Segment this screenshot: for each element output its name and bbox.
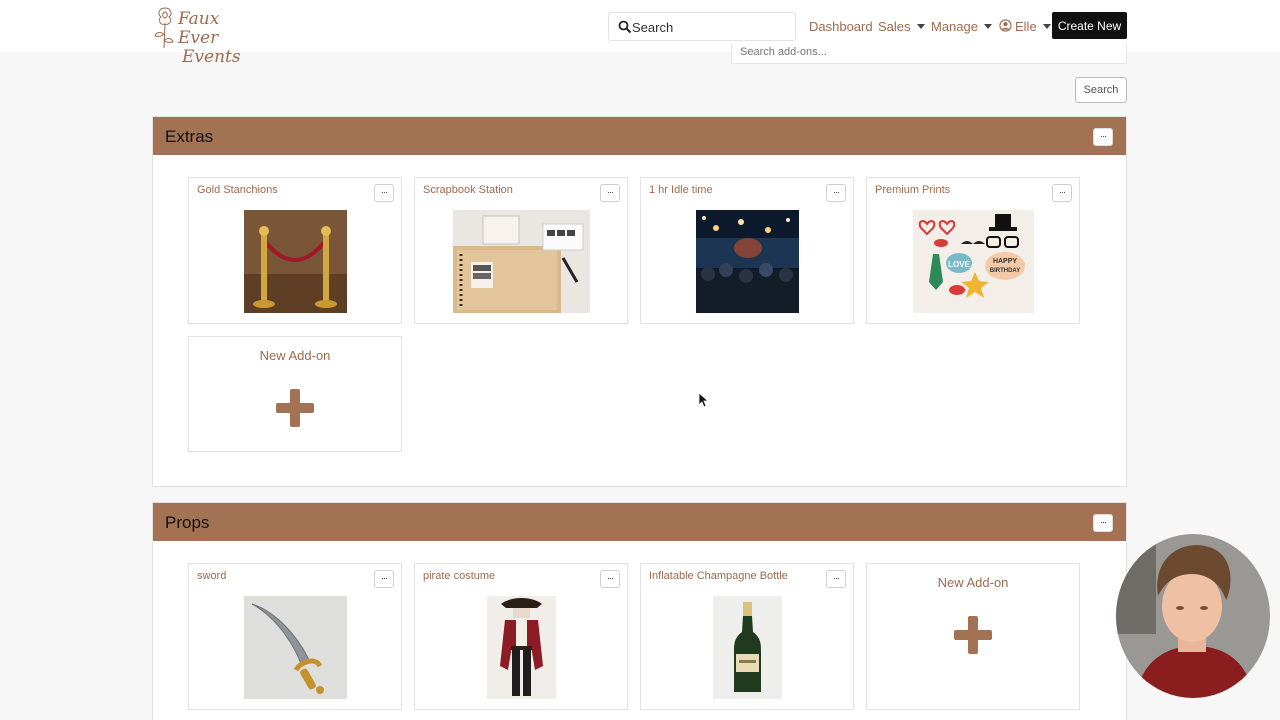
addon-card[interactable]: Gold Stanchions ···	[188, 177, 402, 324]
plus-icon	[276, 389, 314, 427]
addon-card[interactable]: sword ···	[188, 563, 402, 710]
addon-name: Scrapbook Station	[423, 184, 513, 196]
birthday-prop-text: BIRTHDAY	[990, 268, 1020, 274]
section-menu-button[interactable]: ···	[1093, 514, 1113, 532]
mouse-cursor-icon	[698, 392, 708, 408]
photo-booth-props-image: LOVE HAPPY BIRTHDAY	[913, 210, 1034, 313]
nav-user-dropdown[interactable]: Elle	[1015, 19, 1051, 34]
logo-line-1: Faux Ever	[178, 9, 220, 48]
addon-name: 1 hr Idle time	[649, 184, 713, 196]
section-title: Extras	[165, 127, 214, 146]
nav-manage-label: Manage	[931, 19, 978, 34]
new-addon-label: New Add-on	[937, 575, 1009, 590]
section-extras: Extras ··· Gold Stanchions ··· Scrapbook…	[152, 116, 1127, 487]
champagne-bottle-image	[713, 596, 782, 699]
global-search	[608, 12, 796, 41]
gold-stanchions-image	[244, 210, 347, 313]
rose-icon	[154, 7, 174, 49]
nav-dashboard[interactable]: Dashboard	[809, 19, 873, 34]
nav-manage-dropdown[interactable]: Manage	[931, 19, 992, 34]
love-prop-text: LOVE	[948, 260, 970, 269]
webcam-overlay	[1116, 534, 1270, 698]
happy-prop-text: HAPPY	[993, 258, 1017, 265]
caret-down-icon	[1042, 24, 1051, 29]
addon-card[interactable]: 1 hr Idle time ···	[640, 177, 854, 324]
addon-card[interactable]: Scrapbook Station ···	[414, 177, 628, 324]
addon-name: sword	[197, 570, 227, 582]
addon-menu-button[interactable]: ···	[374, 184, 394, 202]
brand-logo[interactable]: Faux Ever Events	[152, 4, 262, 67]
addon-name: Premium Prints	[875, 184, 951, 196]
addon-card[interactable]: pirate costume ···	[414, 563, 628, 710]
user-circle-icon	[999, 19, 1012, 32]
nav-dashboard-label: Dashboard	[809, 19, 873, 34]
section-header: Props ···	[153, 503, 1126, 541]
global-search-input[interactable]	[632, 17, 792, 37]
new-addon-card[interactable]: New Add-on	[866, 563, 1080, 710]
addon-menu-button[interactable]: ···	[374, 570, 394, 588]
addon-menu-button[interactable]: ···	[826, 570, 846, 588]
new-addon-card[interactable]: New Add-on	[188, 336, 402, 452]
section-header: Extras ···	[153, 117, 1126, 155]
logo-line-2: Events	[182, 47, 241, 67]
addon-search-input[interactable]	[740, 46, 1040, 58]
create-new-button[interactable]: Create New	[1052, 12, 1127, 39]
search-icon	[618, 20, 632, 34]
addon-menu-button[interactable]: ···	[600, 570, 620, 588]
caret-down-icon	[983, 24, 992, 29]
section-title: Props	[165, 513, 210, 532]
new-addon-label: New Add-on	[259, 348, 331, 363]
addon-name: Gold Stanchions	[197, 184, 278, 196]
caret-down-icon	[916, 24, 925, 29]
addon-menu-button[interactable]: ···	[1052, 184, 1072, 202]
nav-sales-dropdown[interactable]: Sales	[878, 19, 925, 34]
pirate-costume-image	[487, 596, 556, 699]
addon-card[interactable]: Inflatable Champagne Bottle ···	[640, 563, 854, 710]
addon-menu-button[interactable]: ···	[600, 184, 620, 202]
plus-icon	[954, 616, 992, 654]
scrapbook-station-image	[453, 210, 590, 313]
addon-search-field	[731, 44, 1127, 64]
addon-search-button[interactable]: Search	[1075, 77, 1127, 103]
addon-card[interactable]: Premium Prints ··· LOVE HAPPY BIRTHDAY	[866, 177, 1080, 324]
toy-sword-image	[244, 596, 347, 699]
nav-user-label: Elle	[1015, 19, 1037, 34]
concert-crowd-image	[696, 210, 799, 313]
addon-name: Inflatable Champagne Bottle	[649, 570, 788, 582]
nav-sales-label: Sales	[878, 19, 911, 34]
section-menu-button[interactable]: ···	[1093, 128, 1113, 146]
addon-menu-button[interactable]: ···	[826, 184, 846, 202]
section-props: Props ··· sword ··· pirate costume ··· I…	[152, 502, 1127, 720]
addon-name: pirate costume	[423, 570, 496, 582]
